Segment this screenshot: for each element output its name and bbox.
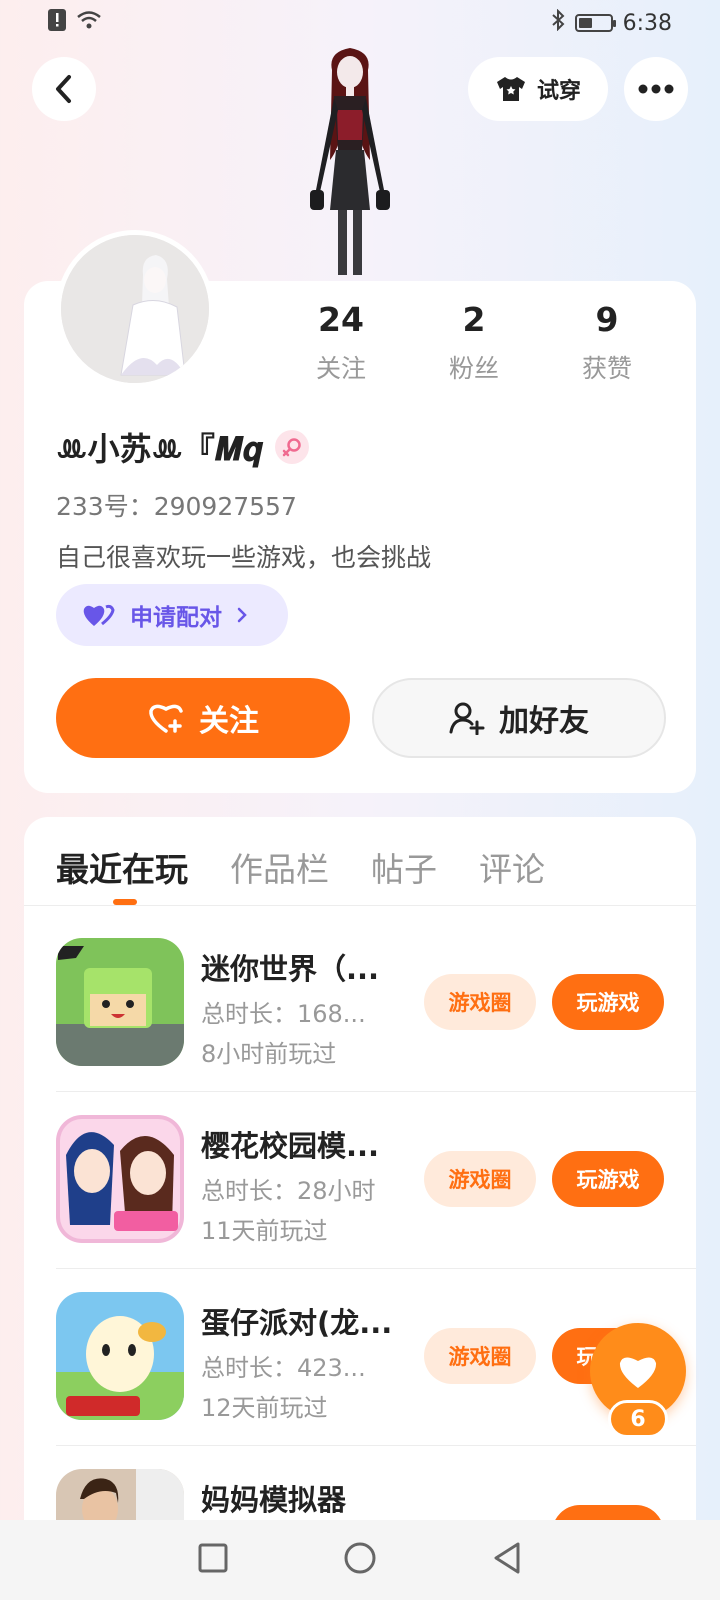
avatar[interactable] bbox=[56, 230, 214, 388]
game-name: 樱花校园模... bbox=[201, 1129, 380, 1163]
game-name: 迷你世界（... bbox=[201, 952, 380, 986]
bluetooth-icon bbox=[551, 8, 565, 37]
double-heart-icon bbox=[83, 604, 115, 626]
stat-likes[interactable]: 9 获赞 bbox=[552, 300, 662, 385]
username-row: ꔛ小苏ꔛ『𝑴𝒒 bbox=[56, 424, 309, 470]
game-total-time: 总时长：168... bbox=[201, 1000, 366, 1028]
game-row[interactable]: 蛋仔派对(龙... 总时长：423... 12天前玩过 游戏圈 玩游戏 bbox=[56, 1292, 668, 1468]
request-pair-label: 申请配对 bbox=[130, 605, 222, 631]
stat-fans-label: 粉丝 bbox=[448, 354, 499, 383]
more-dots-icon bbox=[638, 84, 674, 94]
female-gender-icon bbox=[274, 430, 309, 464]
chevron-right-icon bbox=[237, 607, 247, 623]
game-row[interactable]: 妈妈模拟器 bbox=[56, 1469, 668, 1520]
square-icon bbox=[198, 1543, 228, 1573]
play-game-button[interactable] bbox=[552, 1505, 664, 1520]
add-friend-label: 加好友 bbox=[499, 704, 589, 739]
game-circle-button[interactable]: 游戏圈 bbox=[424, 1151, 536, 1207]
stat-following-label: 关注 bbox=[315, 354, 366, 383]
user-bio: 自己很喜欢玩一些游戏，也会挑战 bbox=[56, 543, 432, 572]
chevron-left-icon bbox=[56, 75, 71, 103]
tab-works[interactable]: 作品栏 bbox=[230, 843, 329, 891]
try-on-button[interactable]: 试穿 bbox=[468, 57, 608, 121]
game-icon-egg-party bbox=[56, 1292, 184, 1420]
row-divider bbox=[56, 1091, 696, 1092]
try-on-label: 试穿 bbox=[536, 79, 581, 104]
stat-fans[interactable]: 2 粉丝 bbox=[419, 300, 529, 385]
profile-tabs: 最近在玩 作品栏 帖子 评论 bbox=[56, 843, 545, 891]
game-row[interactable]: 迷你世界（... 总时长：168... 8小时前玩过 游戏圈 玩游戏 bbox=[56, 938, 668, 1114]
user-id: 233号：290927557 bbox=[56, 492, 297, 521]
row-divider bbox=[56, 1445, 696, 1446]
tshirt-icon bbox=[496, 77, 525, 101]
tabs-divider bbox=[24, 905, 696, 906]
triangle-back-icon bbox=[494, 1542, 520, 1574]
game-icon-mom-simulator bbox=[56, 1469, 184, 1520]
tab-comments[interactable]: 评论 bbox=[479, 843, 545, 891]
game-circle-button[interactable]: 游戏圈 bbox=[424, 974, 536, 1030]
game-last-played: 8小时前玩过 bbox=[201, 1040, 337, 1068]
username: ꔛ小苏ꔛ『𝑴𝒒 bbox=[56, 430, 263, 468]
stat-following-value: 24 bbox=[318, 300, 364, 339]
follow-label: 关注 bbox=[199, 704, 259, 739]
follow-button[interactable]: 关注 bbox=[56, 678, 350, 758]
game-icon-mini-world bbox=[56, 938, 184, 1066]
back-button[interactable] bbox=[32, 57, 96, 121]
tab-recently-played[interactable]: 最近在玩 bbox=[56, 843, 188, 891]
wifi-icon bbox=[76, 10, 102, 36]
game-total-time: 总时长：423... bbox=[201, 1354, 366, 1382]
stat-likes-value: 9 bbox=[595, 300, 619, 339]
circle-icon bbox=[344, 1542, 376, 1574]
tab-posts[interactable]: 帖子 bbox=[371, 843, 437, 891]
play-game-button[interactable]: 玩游戏 bbox=[552, 974, 664, 1030]
game-row[interactable]: 樱花校园模... 总时长：28小时 11天前玩过 游戏圈 玩游戏 bbox=[56, 1115, 668, 1291]
game-total-time: 总时长：28小时 bbox=[201, 1177, 376, 1205]
status-time: 6:38 bbox=[622, 10, 672, 36]
game-circle-button[interactable]: 游戏圈 bbox=[424, 1328, 536, 1384]
heart-icon bbox=[619, 1357, 657, 1388]
alert-icon bbox=[48, 9, 66, 37]
more-button[interactable] bbox=[624, 57, 688, 121]
heart-plus-icon bbox=[149, 704, 183, 733]
system-navigation-bar bbox=[0, 1520, 720, 1600]
stat-fans-value: 2 bbox=[462, 300, 486, 339]
stat-likes-label: 获赞 bbox=[581, 354, 632, 383]
game-icon-sakura-school bbox=[56, 1115, 184, 1243]
request-pair-button[interactable]: 申请配对 bbox=[56, 584, 288, 646]
add-user-icon bbox=[449, 702, 485, 735]
home-button[interactable] bbox=[343, 1541, 377, 1579]
game-last-played: 11天前玩过 bbox=[201, 1217, 328, 1245]
like-count-badge: 6 bbox=[608, 1400, 668, 1438]
avatar-character-figure bbox=[310, 48, 390, 275]
game-name: 蛋仔派对(龙... bbox=[201, 1306, 393, 1340]
game-name: 妈妈模拟器 bbox=[201, 1483, 347, 1517]
back-nav-button[interactable] bbox=[491, 1541, 523, 1579]
play-game-button[interactable]: 玩游戏 bbox=[552, 1151, 664, 1207]
battery-icon bbox=[574, 14, 616, 32]
game-last-played: 12天前玩过 bbox=[201, 1394, 328, 1422]
add-friend-button[interactable]: 加好友 bbox=[372, 678, 666, 758]
stat-following[interactable]: 24 关注 bbox=[286, 300, 396, 385]
avatar-figure bbox=[61, 235, 209, 383]
row-divider bbox=[56, 1268, 696, 1269]
recent-apps-button[interactable] bbox=[197, 1542, 229, 1578]
